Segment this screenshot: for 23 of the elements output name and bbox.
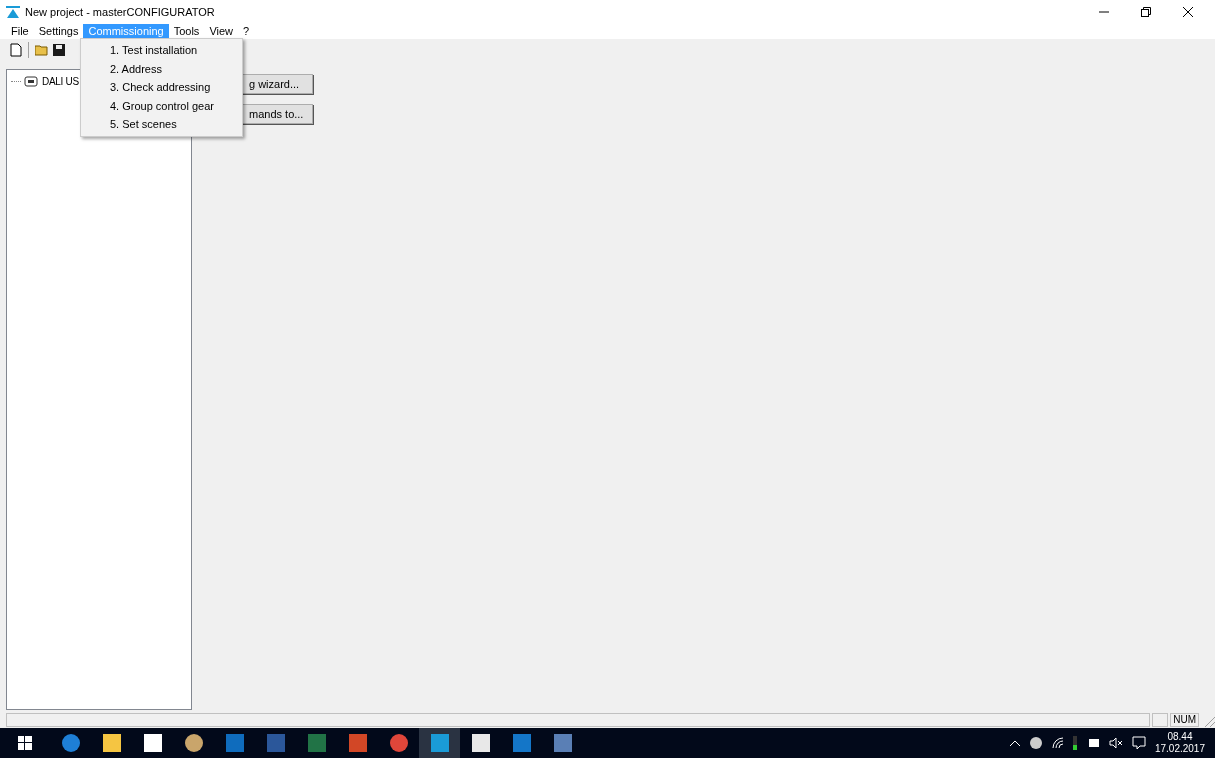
signal-bars-icon[interactable] [1072, 736, 1077, 750]
chevron-up-icon[interactable] [1009, 740, 1020, 746]
speaker-muted-icon[interactable] [1108, 737, 1123, 749]
menu-item[interactable]: ? [238, 24, 255, 39]
close-icon[interactable] [1183, 7, 1193, 17]
bus-device-icon [24, 75, 38, 88]
menu-item[interactable]: Settings [33, 24, 84, 39]
menu-item[interactable]: Tools [168, 24, 205, 39]
clock-date[interactable]: 17.02.2017 [1154, 743, 1205, 755]
num-lock-indicator: NUM [1170, 713, 1199, 727]
dropdown-item[interactable]: 1. Test installation [81, 41, 242, 60]
app-logo-icon [6, 6, 20, 18]
tree-item[interactable]: DALI US [41, 74, 79, 89]
new-file-icon[interactable] [10, 43, 22, 57]
window-title: New project - masterCONFIGURATOR [25, 4, 215, 20]
windows-start-icon[interactable] [18, 736, 32, 750]
restore-icon[interactable] [1141, 7, 1151, 17]
save-icon[interactable] [53, 44, 65, 56]
menu-item[interactable]: View [204, 24, 239, 39]
notification-icon[interactable] [1131, 736, 1146, 750]
menu-item[interactable]: File [6, 24, 34, 39]
wifi-icon[interactable] [1051, 737, 1064, 749]
clock-time[interactable]: 08.44 [1167, 731, 1193, 743]
